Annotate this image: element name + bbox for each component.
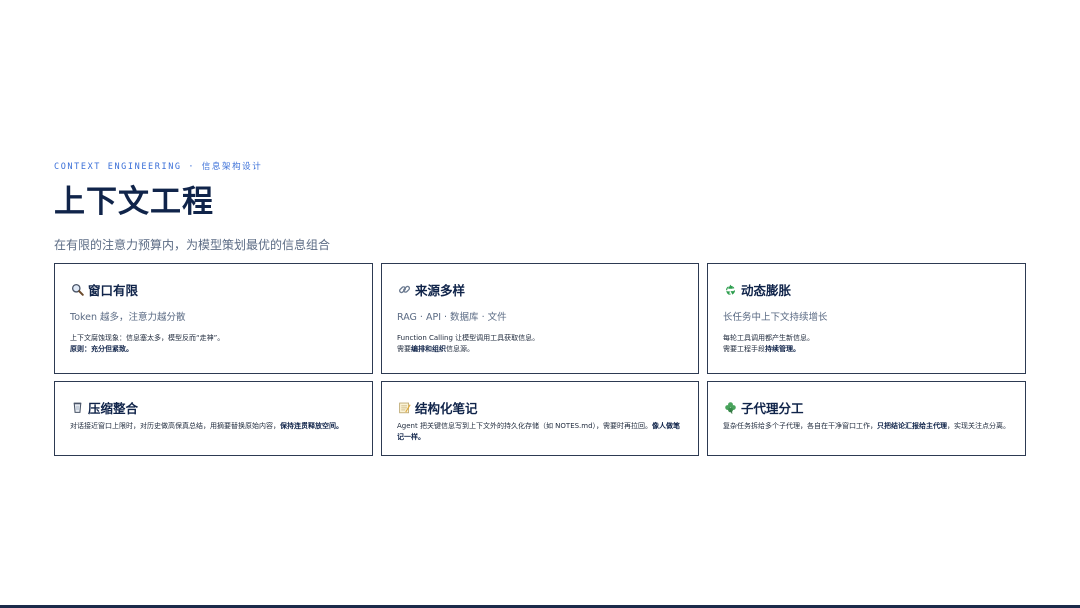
card-body-line: 上下文腐蚀现象：信息塞太多，模型反而“走神”。 [70, 334, 225, 342]
card-body: Function Calling 让模型调用工具获取信息。 需要编排和组织信息源… [397, 333, 683, 355]
card-subtitle: Token 越多，注意力越分散 [70, 312, 186, 323]
card-heading: 来源多样 [397, 280, 683, 299]
card-diverse-sources: 来源多样 RAG · API · 数据库 · 文件 Function Calli… [381, 263, 699, 374]
card-subagents: 子代理分工 复杂任务拆给多个子代理，各自在干净窗口工作，只把结论汇报给主代理，实… [707, 381, 1026, 456]
recycle-icon [723, 283, 737, 297]
link-icon [397, 283, 411, 297]
card-emphasis: 原则：充分但紧致。 [70, 345, 133, 353]
card-body-line: 需要工程手段持续管理。 [723, 345, 800, 353]
card-title: 压缩整合 [88, 401, 139, 416]
card-heading: 压缩整合 [70, 398, 357, 417]
card-body-line: 需要编排和组织信息源。 [397, 345, 474, 353]
cup-icon [70, 401, 84, 415]
card-body: Agent 把关键信息写到上下文外的持久化存储（如 NOTES.md），需要时再… [397, 422, 681, 441]
card-emphasis: 只把结论汇报给主代理 [877, 422, 947, 430]
card-body: 对话接近窗口上限时，对历史做高保真总结，用摘要替换原始内容，保持连贯释放空间。 [70, 422, 343, 430]
card-title: 窗口有限 [88, 283, 139, 298]
card-body-line: Function Calling 让模型调用工具获取信息。 [397, 334, 540, 342]
card-emphasis: 持续管理。 [765, 345, 800, 353]
magnifier-icon [70, 283, 84, 297]
card-window-limit: 窗口有限 Token 越多，注意力越分散 上下文腐蚀现象：信息塞太多，模型反而“… [54, 263, 373, 374]
card-body: 复杂任务拆给多个子代理，各自在干净窗口工作，只把结论汇报给主代理，实现关注点分离… [723, 422, 1010, 430]
eyebrow-label: CONTEXT ENGINEERING · 信息架构设计 [54, 162, 263, 172]
card-heading: 动态膨胀 [723, 280, 1010, 299]
clover-icon [723, 401, 737, 415]
card-compression: 压缩整合 对话接近窗口上限时，对历史做高保真总结，用摘要替换原始内容，保持连贯释… [54, 381, 373, 456]
card-dynamic-growth: 动态膨胀 长任务中上下文持续增长 每轮工具调用都产生新信息。 需要工程手段持续管… [707, 263, 1026, 374]
card-body: 每轮工具调用都产生新信息。 需要工程手段持续管理。 [723, 333, 1010, 355]
card-structured-notes: 结构化笔记 Agent 把关键信息写到上下文外的持久化存储（如 NOTES.md… [381, 381, 699, 456]
card-subtitle: RAG · API · 数据库 · 文件 [397, 312, 507, 323]
card-heading: 结构化笔记 [397, 398, 683, 417]
card-body-line: 每轮工具调用都产生新信息。 [723, 334, 814, 342]
card-title: 结构化笔记 [415, 401, 478, 416]
card-heading: 窗口有限 [70, 280, 357, 299]
note-icon [397, 401, 411, 415]
card-title: 来源多样 [415, 283, 466, 298]
card-subtitle: 长任务中上下文持续增长 [723, 312, 828, 323]
card-body-line: 原则：充分但紧致。 [70, 344, 357, 355]
page-title: 上下文工程 [54, 184, 214, 220]
card-emphasis: 保持连贯释放空间。 [280, 422, 343, 430]
card-body: 上下文腐蚀现象：信息塞太多，模型反而“走神”。 原则：充分但紧致。 [70, 333, 357, 355]
page-subtitle: 在有限的注意力预算内，为模型策划最优的信息组合 [54, 238, 331, 252]
card-title: 子代理分工 [741, 401, 804, 416]
card-title: 动态膨胀 [741, 283, 792, 298]
card-emphasis: 编排和组织 [411, 345, 446, 353]
slide: CONTEXT ENGINEERING · 信息架构设计 上下文工程 在有限的注… [0, 0, 1080, 608]
card-heading: 子代理分工 [723, 398, 1010, 417]
